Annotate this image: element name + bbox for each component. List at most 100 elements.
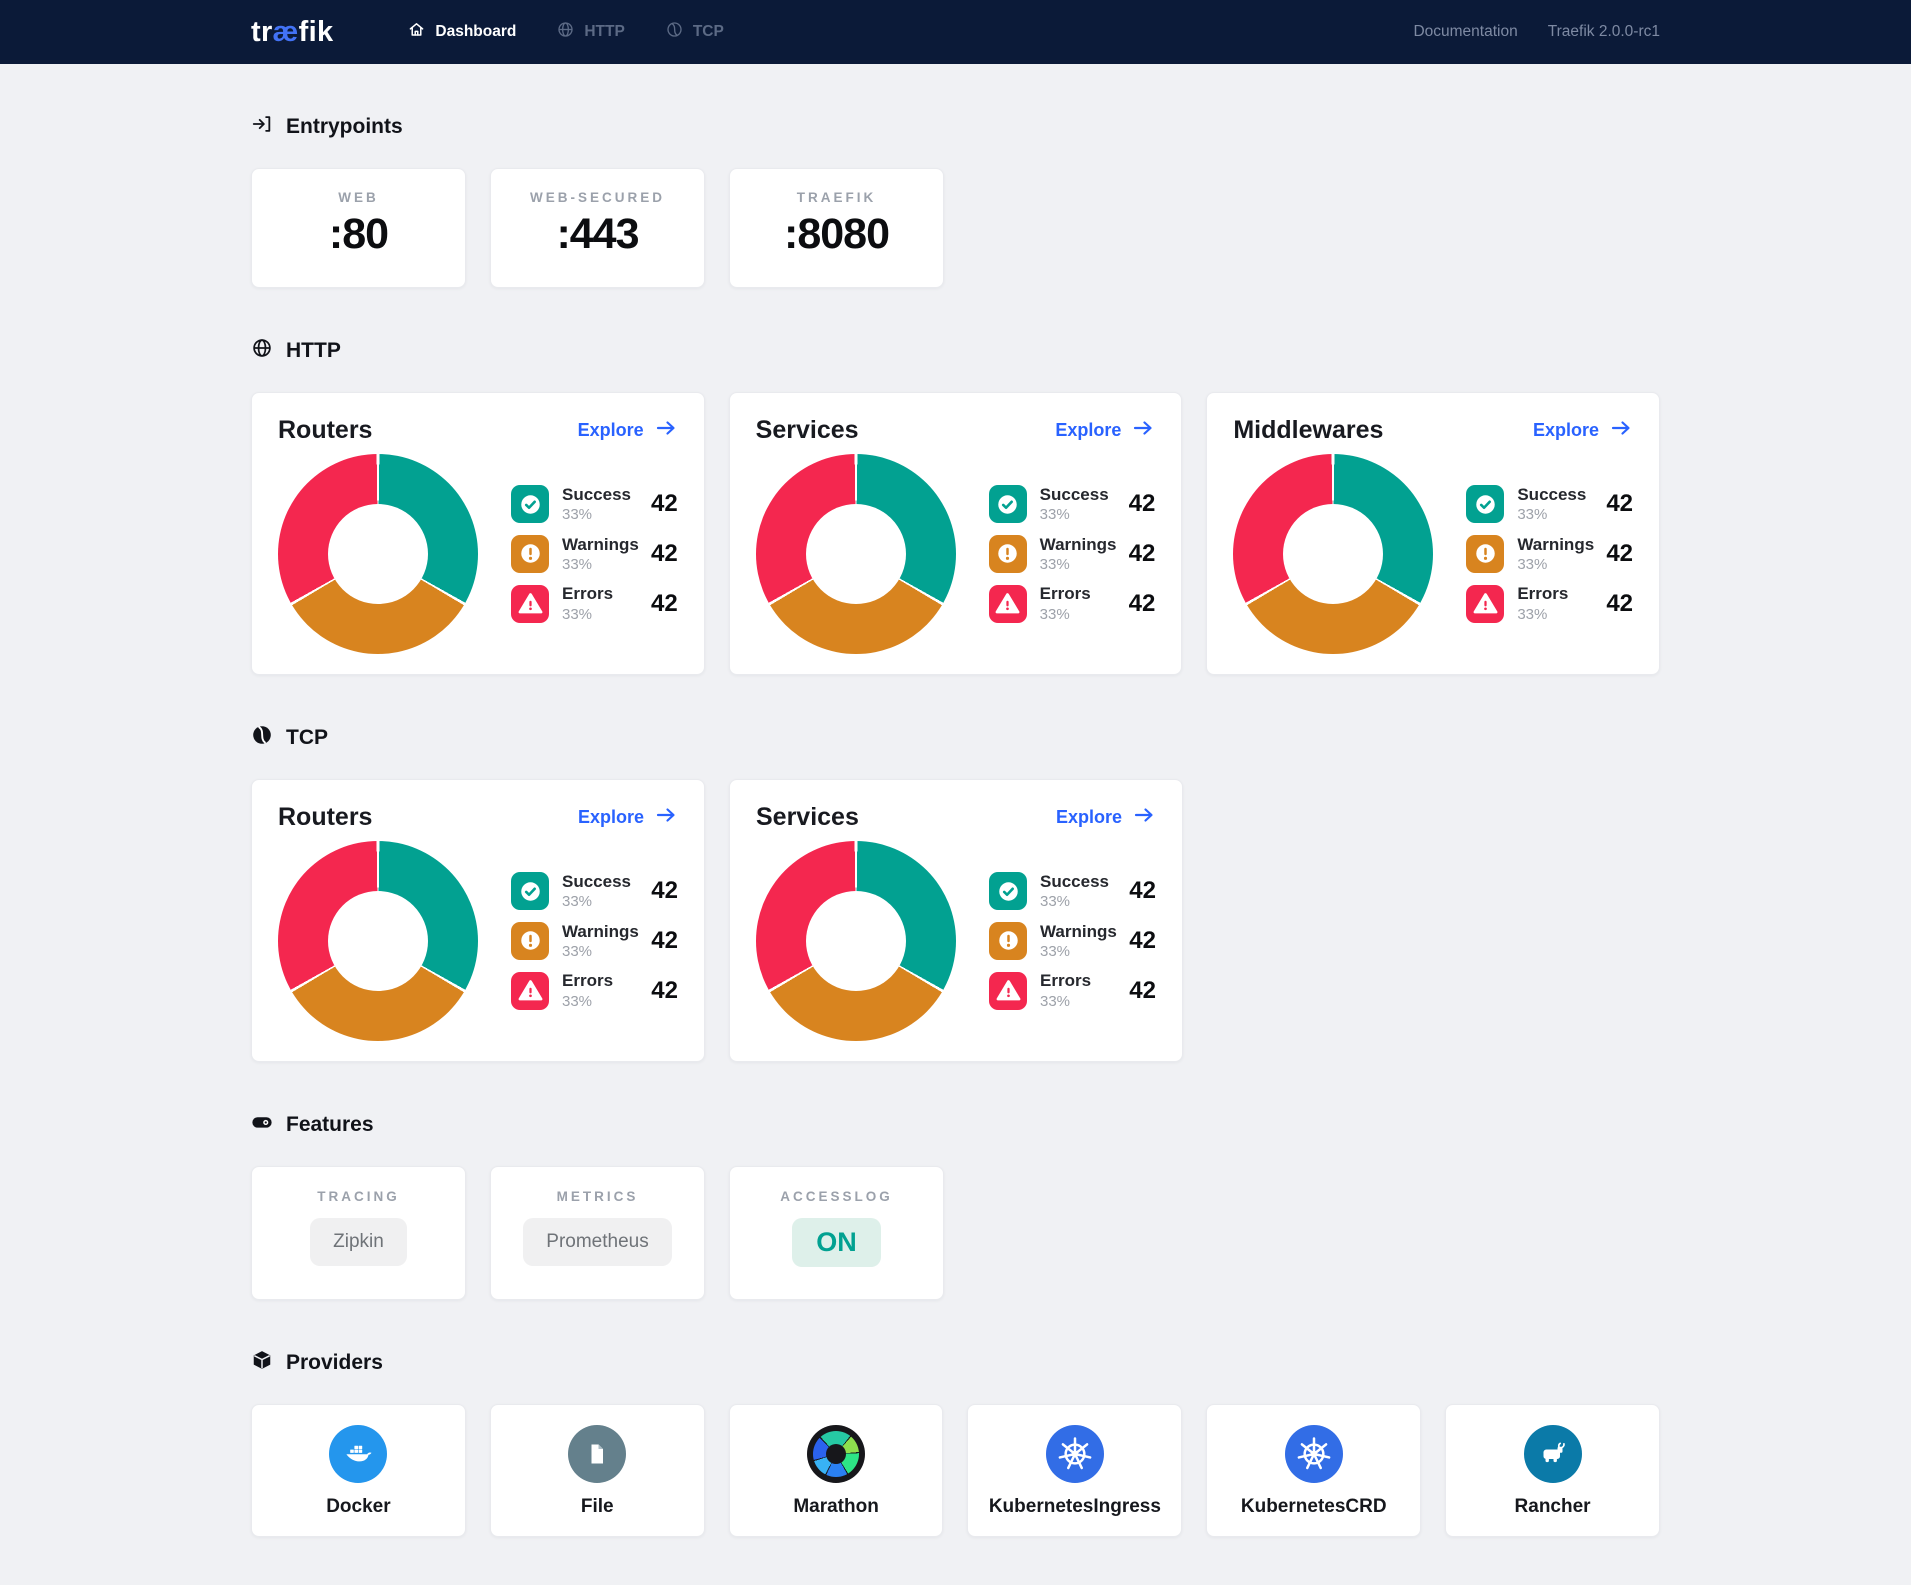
legend-row-success: Success33% 42 — [989, 485, 1156, 524]
http-routers-card: Routers Explore Success33% 42 Warn — [251, 392, 705, 675]
explore-link[interactable]: Explore — [1056, 803, 1156, 832]
legend-value: 42 — [1129, 590, 1156, 618]
kubernetes-icon — [1046, 1425, 1104, 1483]
entrypoints-icon — [251, 113, 273, 141]
entrypoint-card-traefik: TRAEFIK :8080 — [729, 168, 944, 288]
provider-name: File — [491, 1496, 704, 1518]
provider-card-kubernetes-crd: KubernetesCRD — [1206, 1404, 1421, 1537]
legend-row-warnings: Warnings33% 42 — [511, 535, 678, 574]
entrypoint-card-web-secured: WEB-SECURED :443 — [490, 168, 705, 288]
provider-name: Docker — [252, 1496, 465, 1518]
entrypoint-card-web: WEB :80 — [251, 168, 466, 288]
arrow-right-icon — [1609, 416, 1633, 445]
traefik-logo[interactable]: træfik — [251, 16, 333, 49]
legend-row-success: Success33% 42 — [1466, 485, 1633, 524]
rancher-icon — [1524, 1425, 1582, 1483]
explore-link[interactable]: Explore — [578, 416, 678, 445]
feature-on-badge: ON — [792, 1218, 881, 1267]
tcp-icon — [665, 20, 684, 44]
nav-item-http[interactable]: HTTP — [556, 20, 624, 44]
success-icon — [511, 485, 549, 523]
marathon-icon — [807, 1425, 865, 1483]
file-icon — [568, 1425, 626, 1483]
feature-card-metrics: METRICS Prometheus — [490, 1166, 705, 1300]
entrypoint-label: TRAEFIK — [730, 190, 943, 205]
error-icon — [511, 972, 549, 1010]
legend-row-success: Success33% 42 — [511, 872, 678, 911]
warning-icon — [511, 922, 549, 960]
warning-icon — [1466, 535, 1504, 573]
card-title: Routers — [278, 416, 372, 445]
explore-link[interactable]: Explore — [578, 803, 678, 832]
http-section-title: HTTP — [251, 338, 1660, 364]
legend-value: 42 — [651, 877, 678, 905]
feature-label: TRACING — [252, 1189, 465, 1204]
card-title: Services — [756, 416, 859, 445]
legend-row-success: Success33% 42 — [511, 485, 678, 524]
entrypoint-label: WEB — [252, 190, 465, 205]
kubernetes-icon — [1285, 1425, 1343, 1483]
documentation-link[interactable]: Documentation — [1413, 23, 1517, 41]
legend-value: 42 — [1129, 927, 1156, 955]
feature-card-tracing: TRACING Zipkin — [251, 1166, 466, 1300]
feature-value-badge: Zipkin — [310, 1218, 407, 1266]
success-icon — [989, 872, 1027, 910]
provider-name: KubernetesIngress — [968, 1496, 1181, 1518]
donut-chart — [756, 454, 956, 654]
legend-value: 42 — [1129, 977, 1156, 1005]
tcp-routers-card: Routers Explore Success33% 42 Warn — [251, 779, 705, 1062]
nav-item-dashboard[interactable]: Dashboard — [407, 20, 516, 44]
providers-section-title: Providers — [251, 1350, 1660, 1376]
legend-value: 42 — [651, 540, 678, 568]
entrypoint-label: WEB-SECURED — [491, 190, 704, 205]
error-icon — [989, 972, 1027, 1010]
feature-card-accesslog: ACCESSLOG ON — [729, 1166, 944, 1300]
legend-row-errors: Errors33% 42 — [989, 971, 1156, 1010]
legend-value: 42 — [651, 590, 678, 618]
explore-link[interactable]: Explore — [1055, 416, 1155, 445]
success-icon — [511, 872, 549, 910]
globe-icon — [251, 337, 273, 365]
explore-link[interactable]: Explore — [1533, 416, 1633, 445]
card-title: Middlewares — [1233, 416, 1383, 445]
card-title: Services — [756, 803, 859, 832]
legend-row-errors: Errors33% 42 — [511, 971, 678, 1010]
entrypoint-port: :8080 — [730, 210, 943, 259]
provider-card-rancher: Rancher — [1445, 1404, 1660, 1537]
legend-row-warnings: Warnings33% 42 — [989, 922, 1156, 961]
nav-item-tcp[interactable]: TCP — [665, 20, 724, 44]
legend-value: 42 — [1129, 877, 1156, 905]
nav-item-label: Dashboard — [435, 23, 516, 41]
arrow-right-icon — [654, 803, 678, 832]
legend-value: 42 — [1129, 490, 1156, 518]
legend-row-errors: Errors33% 42 — [989, 584, 1156, 623]
legend-value: 42 — [1129, 540, 1156, 568]
legend-value: 42 — [1606, 540, 1633, 568]
nav-item-label: HTTP — [584, 23, 624, 41]
provider-name: KubernetesCRD — [1207, 1496, 1420, 1518]
feature-label: METRICS — [491, 1189, 704, 1204]
donut-chart — [278, 454, 478, 654]
tcp-services-card: Services Explore Success33% 42 War — [729, 779, 1183, 1062]
error-icon — [989, 585, 1027, 623]
arrow-right-icon — [1132, 803, 1156, 832]
provider-card-file: File — [490, 1404, 705, 1537]
provider-card-kubernetes-ingress: KubernetesIngress — [967, 1404, 1182, 1537]
cube-icon — [251, 1349, 273, 1377]
legend-value: 42 — [651, 927, 678, 955]
legend-value: 42 — [1606, 490, 1633, 518]
legend-row-success: Success33% 42 — [989, 872, 1156, 911]
provider-name: Marathon — [730, 1496, 943, 1518]
legend-row-warnings: Warnings33% 42 — [989, 535, 1156, 574]
arrow-right-icon — [1131, 416, 1155, 445]
legend-row-errors: Errors33% 42 — [1466, 584, 1633, 623]
entrypoint-port: :443 — [491, 210, 704, 259]
entrypoints-section-title: Entrypoints — [251, 114, 1660, 140]
success-icon — [1466, 485, 1504, 523]
donut-chart — [1233, 454, 1433, 654]
toggle-icon — [251, 1111, 273, 1139]
legend-value: 42 — [1606, 590, 1633, 618]
success-icon — [989, 485, 1027, 523]
http-middlewares-card: Middlewares Explore Success33% 42 — [1206, 392, 1660, 675]
provider-card-docker: Docker — [251, 1404, 466, 1537]
